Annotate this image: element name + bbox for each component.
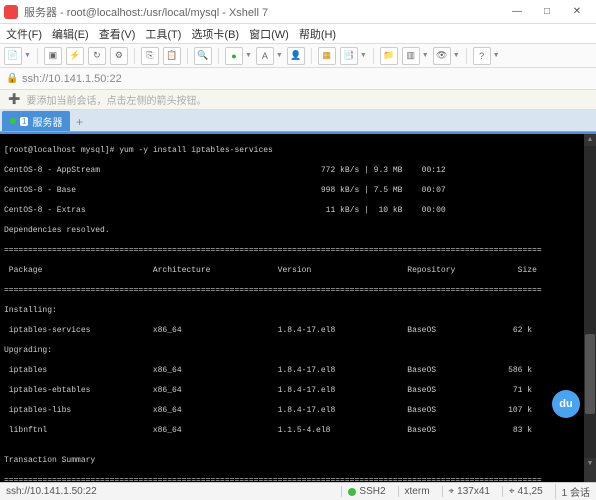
- status-size: ⌖ 137x41: [442, 486, 490, 497]
- scroll-thumb[interactable]: [585, 334, 595, 414]
- new-session-button[interactable]: 📄: [4, 47, 22, 65]
- help-button[interactable]: ?: [473, 47, 491, 65]
- status-ssh: SSH2: [341, 486, 385, 497]
- menu-file[interactable]: 文件(F): [6, 26, 42, 42]
- color-button[interactable]: ●: [225, 47, 243, 65]
- term-line: [root@localhost mysql]# yum -y install i…: [4, 146, 273, 155]
- add-tab-button[interactable]: +: [70, 113, 88, 131]
- lock-icon: 🔒: [6, 73, 18, 85]
- add-session-icon[interactable]: ➕: [8, 94, 20, 105]
- address-text[interactable]: ssh://10.141.1.50:22: [22, 73, 122, 85]
- titlebar: 服务器 - root@localhost:/usr/local/mysql - …: [0, 0, 596, 24]
- menu-edit[interactable]: 编辑(E): [52, 26, 89, 42]
- window-title: 服务器 - root@localhost:/usr/local/mysql - …: [24, 4, 502, 20]
- terminal[interactable]: [root@localhost mysql]# yum -y install i…: [0, 132, 596, 482]
- transfer-button[interactable]: ▦: [318, 47, 336, 65]
- user-button[interactable]: 👤: [287, 47, 305, 65]
- session-tab[interactable]: 1 服务器: [2, 111, 70, 131]
- term-line: CentOS-8 - AppStream 772 kB/s | 9.3 MB 0…: [4, 166, 446, 175]
- status-pos: ⌖ 41,25: [502, 486, 543, 497]
- floating-assist-icon[interactable]: du: [552, 390, 580, 418]
- find-button[interactable]: 🔍: [194, 47, 212, 65]
- open-button[interactable]: ▣: [44, 47, 62, 65]
- resize-handle-icon[interactable]: [584, 470, 596, 482]
- status-term: xterm: [398, 486, 430, 497]
- menu-window[interactable]: 窗口(W): [249, 26, 289, 42]
- copy-button[interactable]: ⎘: [141, 47, 159, 65]
- maximize-button[interactable]: □: [532, 2, 562, 22]
- disconnect-button[interactable]: ⚡: [66, 47, 84, 65]
- app-logo-icon: [4, 5, 18, 19]
- reconnect-button[interactable]: ↻: [88, 47, 106, 65]
- paste-button[interactable]: 📋: [163, 47, 181, 65]
- term-line: iptables x86_64 1.8.4-17.el8 BaseOS 586 …: [4, 366, 532, 375]
- term-line: iptables-ebtables x86_64 1.8.4-17.el8 Ba…: [4, 386, 532, 395]
- properties-button[interactable]: ⚙: [110, 47, 128, 65]
- hint-bar: ➕ 要添加当前会话，点击左侧的箭头按钮。: [0, 90, 596, 110]
- minimize-button[interactable]: —: [502, 2, 532, 22]
- scroll-up-icon[interactable]: ▲: [584, 134, 596, 146]
- menu-view[interactable]: 查看(V): [99, 26, 136, 42]
- folder-button[interactable]: 📁: [380, 47, 398, 65]
- term-line: CentOS-8 - Extras 11 kB/s | 10 kB 00:00: [4, 206, 446, 215]
- terminal-scrollbar[interactable]: ▲ ▼: [584, 134, 596, 470]
- term-line: iptables-libs x86_64 1.8.4-17.el8 BaseOS…: [4, 406, 532, 415]
- term-line: Dependencies resolved.: [4, 226, 110, 235]
- ssh-dot-icon: [348, 488, 356, 496]
- font-button[interactable]: A: [256, 47, 274, 65]
- menu-help[interactable]: 帮助(H): [299, 26, 336, 42]
- term-line: Package Architecture Version Repository …: [4, 266, 537, 275]
- term-line: CentOS-8 - Base 998 kB/s | 7.5 MB 00:07: [4, 186, 446, 195]
- term-line: libnftnl x86_64 1.1.5-4.el8 BaseOS 83 k: [4, 426, 532, 435]
- tab-index: 1: [20, 117, 28, 126]
- script-button[interactable]: 📑: [340, 47, 358, 65]
- hint-text: 要添加当前会话，点击左侧的箭头按钮。: [26, 92, 206, 107]
- close-button[interactable]: ✕: [562, 2, 592, 22]
- menu-tabs[interactable]: 选项卡(B): [191, 26, 239, 42]
- status-bar: ssh://10.141.1.50:22 SSH2 xterm ⌖ 137x41…: [0, 482, 596, 500]
- menubar: 文件(F) 编辑(E) 查看(V) 工具(T) 选项卡(B) 窗口(W) 帮助(…: [0, 24, 596, 44]
- status-address: ssh://10.141.1.50:22: [6, 486, 97, 497]
- term-line: ========================================…: [4, 246, 542, 255]
- term-line: Upgrading:: [4, 346, 52, 355]
- address-bar: 🔒 ssh://10.141.1.50:22: [0, 68, 596, 90]
- term-line: iptables-services x86_64 1.8.4-17.el8 Ba…: [4, 326, 532, 335]
- layout-button[interactable]: ▥: [402, 47, 420, 65]
- tab-bar: 1 服务器 +: [0, 110, 596, 132]
- term-line: Transaction Summary: [4, 456, 95, 465]
- term-line: ========================================…: [4, 476, 542, 482]
- status-dot-icon: [10, 118, 16, 124]
- term-line: Installing:: [4, 306, 57, 315]
- toolbar: 📄▼ ▣ ⚡ ↻ ⚙ ⎘ 📋 🔍 ●▼ A▼ 👤 ▦ 📑▼ 📁 ▥▼ 👁▼ ?▼: [0, 44, 596, 68]
- status-sessions: 1 会话: [555, 484, 590, 499]
- tab-label: 服务器: [32, 114, 62, 129]
- term-line: ========================================…: [4, 286, 542, 295]
- view-button[interactable]: 👁: [433, 47, 451, 65]
- menu-tools[interactable]: 工具(T): [145, 26, 181, 42]
- scroll-down-icon[interactable]: ▼: [584, 458, 596, 470]
